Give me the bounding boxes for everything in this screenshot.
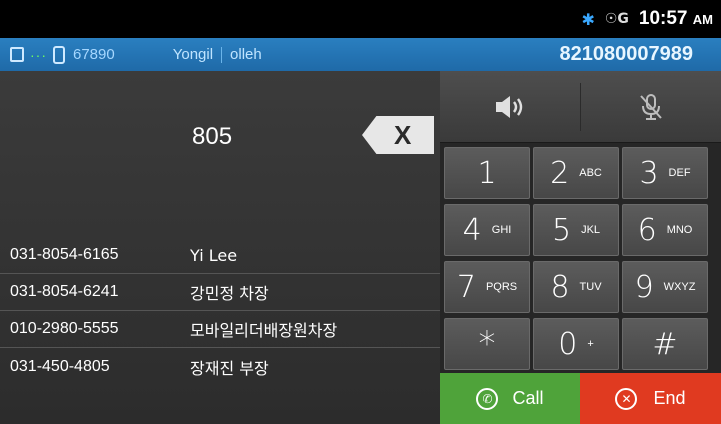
key-letters: WXYZ (663, 281, 696, 293)
speaker-button[interactable] (440, 71, 580, 143)
bluetooth-icon: ✱ (581, 9, 595, 29)
key-letters: DEF (668, 167, 691, 179)
key-9[interactable]: 9 WXYZ (622, 261, 708, 313)
mute-mic-icon (640, 94, 662, 120)
result-number: 031-8054-6241 (10, 283, 119, 300)
result-number: 010-2980-5555 (10, 320, 119, 337)
key-digit: 8 (550, 269, 570, 305)
key-letters: ABC (579, 167, 602, 179)
search-results: 031-8054-6165 Yi Lee 031-8054-6241 강민정 차… (0, 237, 440, 385)
dial-input[interactable]: 805 (192, 123, 232, 151)
call-button[interactable]: ✆ Call (440, 373, 580, 424)
key-7[interactable]: 7 PQRS (444, 261, 530, 313)
keypad: 1 2 ABC 3 DEF 4 GHI 5 JKL 6 MNO 7 PQRS 8 TUV 9W… (444, 147, 720, 370)
key-6[interactable]: 6 MNO (622, 204, 708, 256)
status-bar: ✱ ☉G 10:57 AM (0, 0, 721, 38)
key-digit: 3 (639, 155, 659, 191)
call-label: Call (512, 388, 544, 408)
speaker-icon (496, 96, 523, 118)
key-letters: GHI (491, 224, 512, 236)
key-2[interactable]: 2 ABC (533, 147, 619, 199)
key-digit: 5 (551, 212, 572, 248)
caller-name: Yongil (172, 46, 214, 63)
key-4[interactable]: 4 GHI (444, 204, 530, 256)
key-letters: + (587, 338, 594, 350)
extension-number: 67890 (73, 46, 115, 63)
end-button[interactable]: ✕ End (580, 373, 721, 424)
result-name: 모바일리더배장원차장 (190, 321, 338, 340)
desk-phone-icon (10, 47, 24, 62)
call-info-bar: ··· 67890 Yongil olleh 821080007989 (0, 38, 721, 71)
result-name: 강민정 차장 (190, 284, 269, 303)
end-label: End (653, 388, 686, 408)
connection-dots-icon: ··· (30, 46, 47, 63)
key-digit: * (478, 324, 496, 364)
close-icon: ✕ (615, 387, 638, 410)
gps-icon: ☉G (604, 11, 629, 27)
key-3[interactable]: 3 DEF (622, 147, 708, 199)
phone-icon: ✆ (476, 387, 499, 410)
key-digit: 2 (550, 155, 570, 191)
status-time: 10:57 AM (639, 8, 713, 30)
key-letters: TUV (579, 281, 602, 293)
key-star[interactable]: * (444, 318, 530, 370)
status-time-value: 10:57 (638, 8, 688, 29)
keypad-pane: 1 2 ABC 3 DEF 4 GHI 5 JKL 6 MNO 7 PQRS 8 TUV 9W… (440, 71, 721, 424)
status-icons: ✱ ☉G 10:57 AM (581, 6, 713, 32)
result-row[interactable]: 031-8054-6241 강민정 차장 (0, 274, 440, 311)
key-hash[interactable]: # (622, 318, 708, 370)
result-name: Yi Lee (190, 245, 238, 265)
key-digit: 4 (462, 212, 482, 248)
info-separator (221, 46, 223, 63)
mute-button[interactable] (581, 71, 721, 143)
key-0[interactable]: 0 + (533, 318, 619, 370)
status-time-ampm: AM (692, 12, 713, 27)
key-digit: # (652, 326, 678, 362)
backspace-icon: X (394, 120, 412, 150)
key-digit: 6 (637, 212, 657, 248)
call-info-left: ··· 67890 (0, 45, 115, 64)
audio-controls (440, 71, 721, 143)
mobile-phone-icon (53, 45, 65, 64)
carrier-name: olleh (230, 46, 262, 63)
key-letters: PQRS (485, 281, 518, 293)
result-name: 장재진 부장 (190, 358, 269, 378)
result-row[interactable]: 031-450-4805 장재진 부장 (0, 348, 440, 385)
dial-pane: 805 X 031-8054-6165 Yi Lee 031-8054-6241… (0, 71, 440, 424)
result-row[interactable]: 031-8054-6165 Yi Lee (0, 237, 440, 274)
key-digit: 0 (558, 326, 578, 362)
result-number: 031-8054-6165 (10, 246, 119, 263)
result-number: 031-450-4805 (10, 357, 110, 375)
own-phone-number: 821080007989 (559, 43, 693, 65)
key-digit: 9 (634, 269, 654, 305)
key-letters: JKL (581, 224, 601, 236)
key-digit: 7 (456, 269, 476, 305)
key-digit: 1 (477, 155, 497, 191)
key-8[interactable]: 8 TUV (533, 261, 619, 313)
key-letters: MNO (666, 224, 693, 236)
backspace-button[interactable]: X (362, 116, 434, 154)
key-1[interactable]: 1 (444, 147, 530, 199)
result-row[interactable]: 010-2980-5555 모바일리더배장원차장 (0, 311, 440, 348)
key-5[interactable]: 5 JKL (533, 204, 619, 256)
